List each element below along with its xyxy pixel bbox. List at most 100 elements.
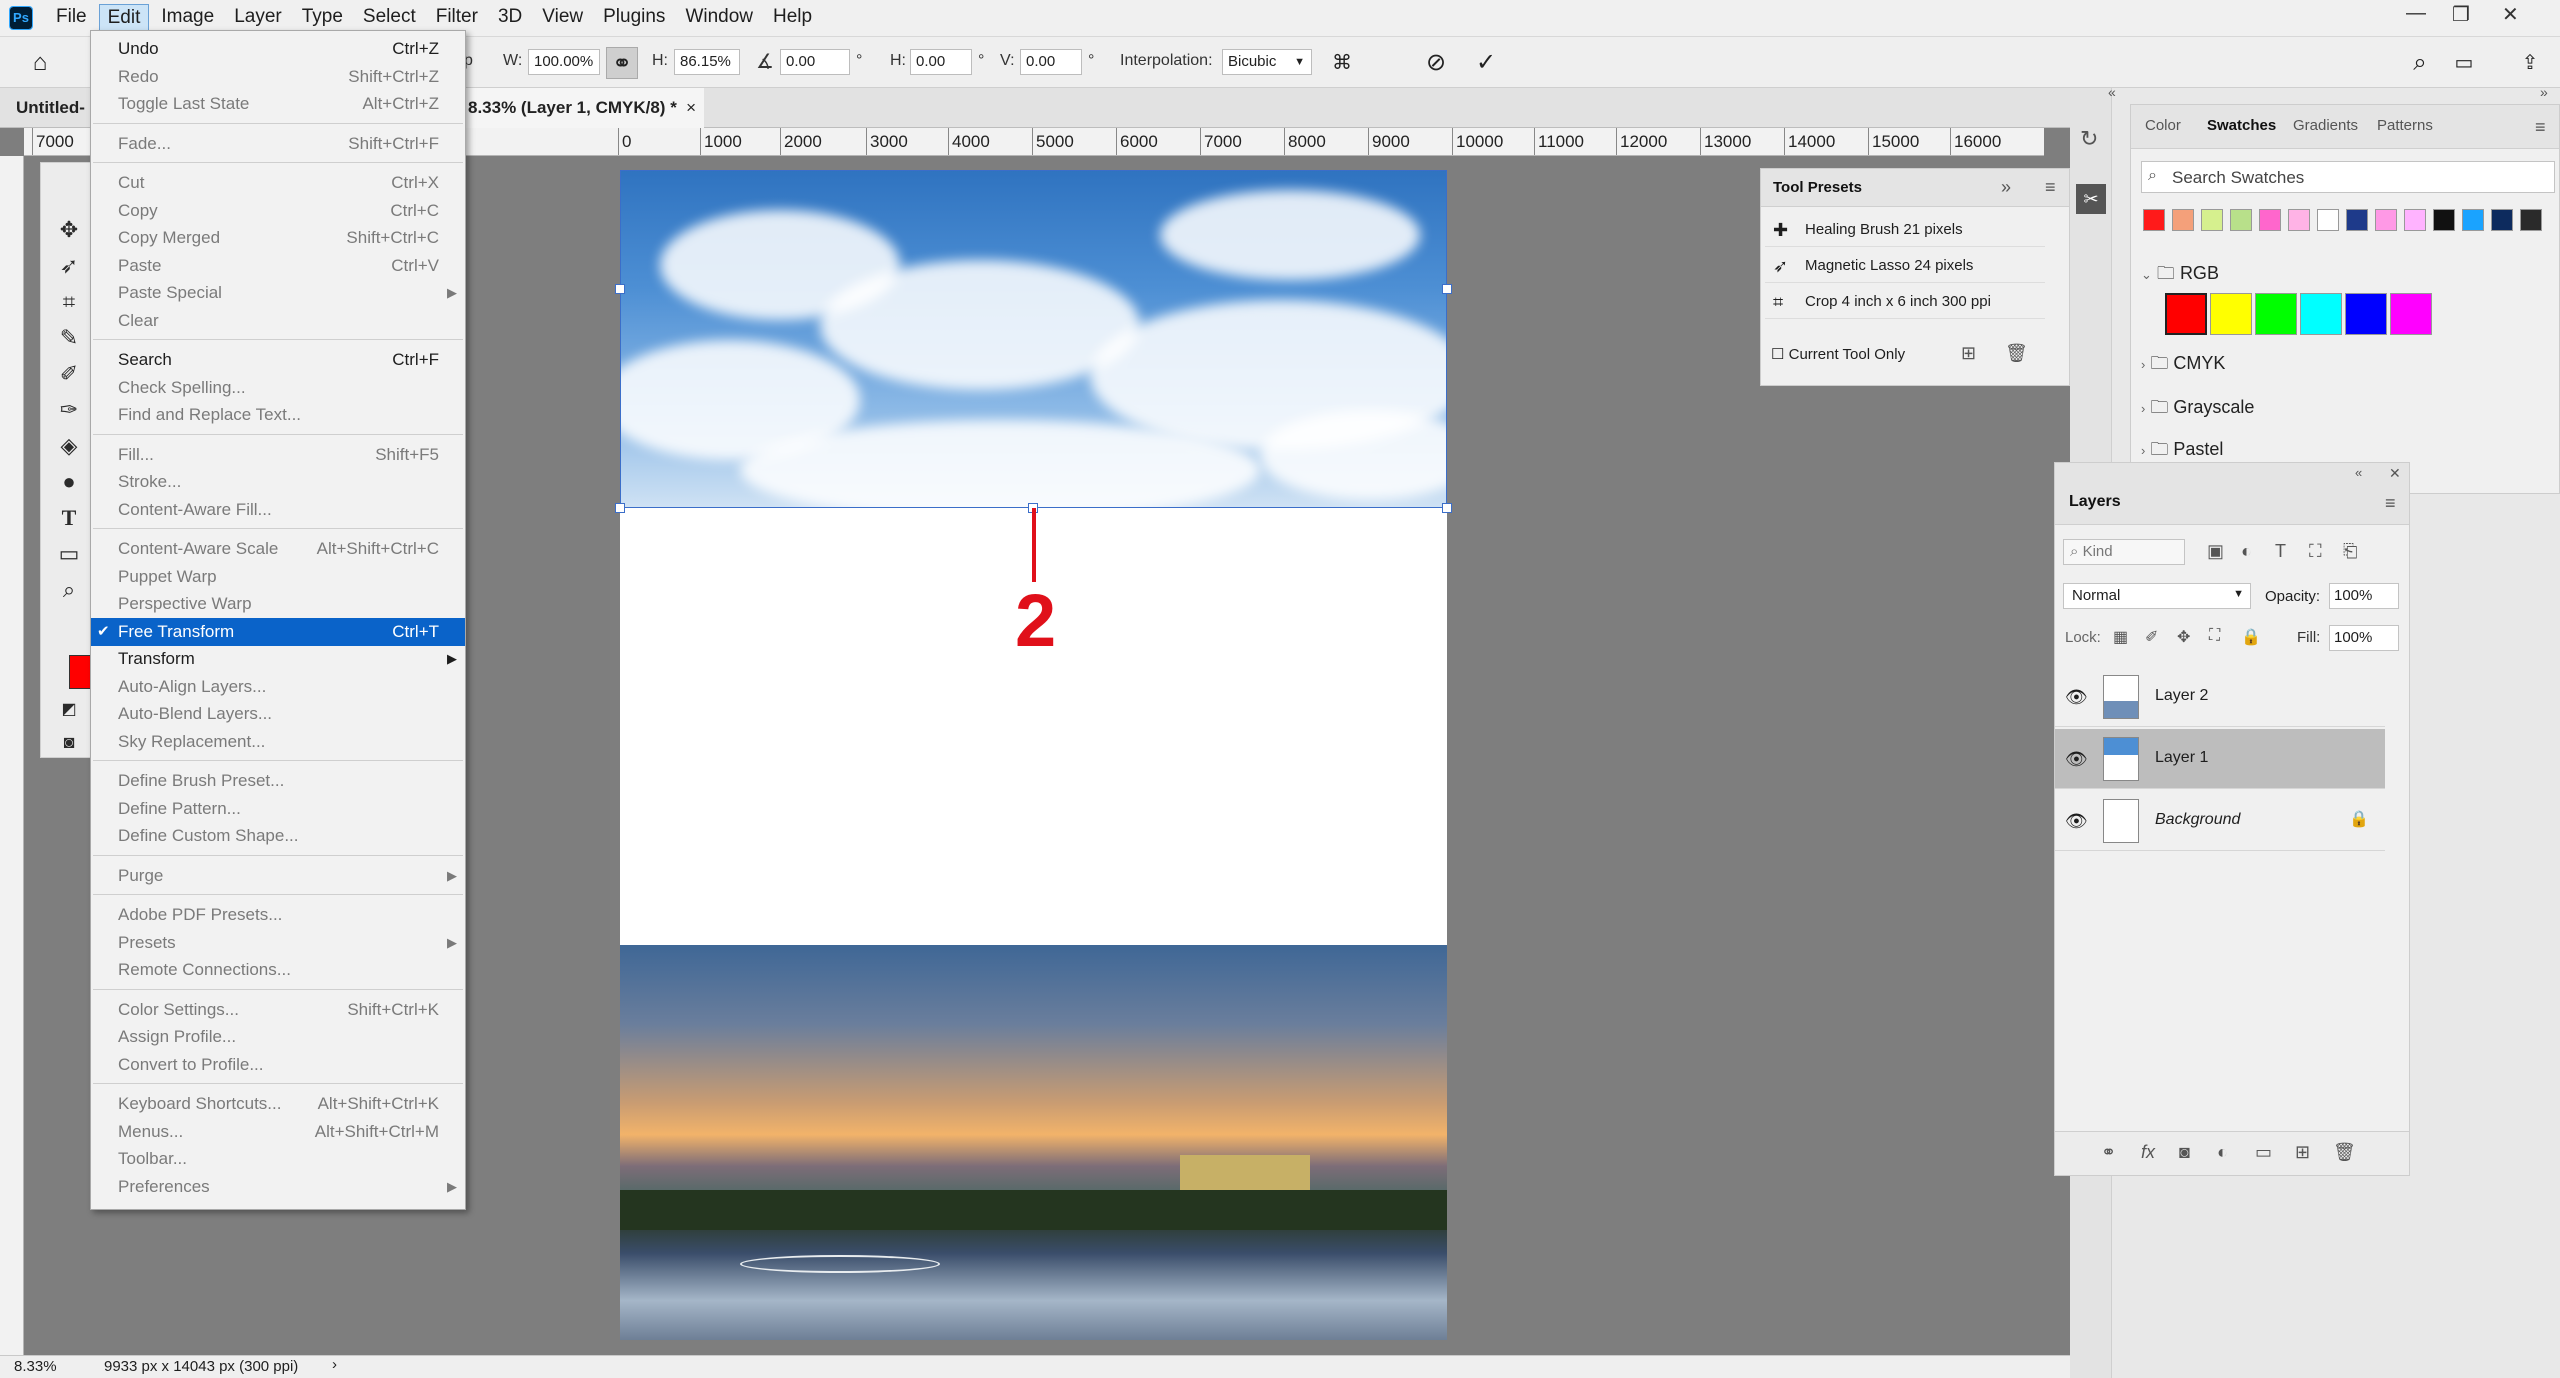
close-panel-icon[interactable]: ✕ — [2389, 465, 2401, 482]
menu-type[interactable]: Type — [294, 4, 351, 32]
transform-handle[interactable] — [1442, 284, 1452, 294]
menu-item-menus[interactable]: Menus... Alt+Shift+Ctrl+M — [91, 1118, 465, 1146]
menu-item-redo[interactable]: Redo Shift+Ctrl+Z — [91, 63, 465, 91]
hskew-input[interactable]: 0.00 — [910, 49, 972, 75]
tool-preset-item[interactable]: ✚ Healing Brush 21 pixels — [1765, 213, 2045, 247]
swatch[interactable] — [2172, 209, 2194, 231]
tab-color[interactable]: Color — [2145, 117, 2181, 134]
rectangle-tool-icon[interactable]: ▭ — [49, 537, 89, 571]
filter-shape-icon[interactable]: ⛶ — [2309, 541, 2322, 562]
width-input[interactable]: 100.00% — [528, 49, 600, 75]
menu-item-purge[interactable]: Purge ▶ — [91, 862, 465, 890]
collapse-icon[interactable]: « — [2108, 84, 2116, 100]
menu-item-free-transform[interactable]: ✔ Free Transform Ctrl+T — [91, 617, 465, 646]
type-tool-icon[interactable]: T — [49, 501, 89, 535]
menu-view[interactable]: View — [534, 4, 591, 32]
home-icon[interactable]: ⌂ — [24, 47, 56, 79]
eyedropper-tool-icon[interactable]: ✎ — [49, 321, 89, 355]
menu-item-define-pattern[interactable]: Define Pattern... — [91, 795, 465, 823]
menu-file[interactable]: File — [48, 4, 95, 32]
new-preset-icon[interactable]: ⊞ — [1961, 343, 1976, 364]
swatch[interactable] — [2462, 209, 2484, 231]
swatch[interactable] — [2317, 209, 2339, 231]
menu-filter[interactable]: Filter — [428, 4, 486, 32]
menu-item-assign-profile[interactable]: Assign Profile... — [91, 1023, 465, 1051]
blend-mode-select[interactable]: Normal ▼ — [2063, 583, 2251, 609]
menu-layer[interactable]: Layer — [226, 4, 290, 32]
angle-input[interactable]: 0.00 — [780, 49, 850, 75]
rgb-swatch[interactable] — [2345, 293, 2387, 335]
menu-item-adobe-pdf-presets[interactable]: Adobe PDF Presets... — [91, 901, 465, 929]
tool-preset-item[interactable]: ⌗ Crop 4 inch x 6 inch 300 ppi — [1765, 285, 2045, 319]
tab-gradients[interactable]: Gradients — [2293, 117, 2358, 134]
menu-item-preferences[interactable]: Preferences ▶ — [91, 1173, 465, 1201]
layer-row[interactable]: 👁 Layer 1 — [2055, 729, 2385, 789]
menu-item-color-settings[interactable]: Color Settings... Shift+Ctrl+K — [91, 996, 465, 1024]
swatch[interactable] — [2433, 209, 2455, 231]
visibility-eye-icon[interactable]: 👁 — [2065, 749, 2088, 770]
menu-select[interactable]: Select — [355, 4, 424, 32]
menu-help[interactable]: Help — [765, 4, 820, 32]
add-mask-icon[interactable]: ◙ — [2179, 1142, 2190, 1163]
menu-plugins[interactable]: Plugins — [595, 4, 673, 32]
menu-item-paste[interactable]: Paste Ctrl+V — [91, 252, 465, 280]
workspace-icon[interactable]: ▭ — [2448, 47, 2480, 79]
menu-item-copy-merged[interactable]: Copy Merged Shift+Ctrl+C — [91, 224, 465, 252]
dodge-tool-icon[interactable]: ● — [49, 465, 89, 499]
cancel-transform-icon[interactable]: ⊘ — [1420, 47, 1452, 79]
menu-item-keyboard-shortcuts[interactable]: Keyboard Shortcuts... Alt+Shift+Ctrl+K — [91, 1090, 465, 1118]
panel-menu-icon[interactable]: ≡ — [2535, 117, 2546, 138]
menu-item-define-custom-shape[interactable]: Define Custom Shape... — [91, 822, 465, 850]
lock-all-icon[interactable]: 🔒 — [2241, 627, 2261, 647]
tab-document[interactable]: 8.33% (Layer 1, CMYK/8) * × — [456, 88, 704, 128]
menu-item-remote-connections[interactable]: Remote Connections... — [91, 956, 465, 984]
kind-filter-select[interactable]: ⌕ Kind — [2063, 539, 2185, 565]
close-tab-icon[interactable]: × — [686, 88, 696, 128]
lock-artboard-icon[interactable]: ⛶ — [2209, 627, 2220, 645]
menu-item-content-aware-scale[interactable]: Content-Aware Scale Alt+Shift+Ctrl+C — [91, 535, 465, 563]
menu-item-copy[interactable]: Copy Ctrl+C — [91, 197, 465, 225]
menu-item-fade[interactable]: Fade... Shift+Ctrl+F — [91, 130, 465, 158]
commit-transform-icon[interactable]: ✓ — [1470, 47, 1502, 79]
menu-item-auto-align-layers[interactable]: Auto-Align Layers... — [91, 673, 465, 701]
history-icon[interactable]: ↻ — [2080, 126, 2098, 152]
swatch[interactable] — [2491, 209, 2513, 231]
search-icon[interactable]: ⌕ — [2404, 47, 2436, 79]
swatch[interactable] — [2375, 209, 2397, 231]
rgb-swatch[interactable] — [2300, 293, 2342, 335]
swap-colors-icon[interactable]: ◩ — [49, 693, 89, 727]
status-arrow[interactable]: › — [332, 1356, 337, 1373]
menu-3d[interactable]: 3D — [490, 4, 530, 32]
lock-position-icon[interactable]: ✥ — [2177, 627, 2190, 647]
close-window-icon[interactable]: ✕ — [2502, 2, 2519, 27]
vskew-input[interactable]: 0.00 — [1020, 49, 1082, 75]
filter-smart-object-icon[interactable]: ⎗ — [2343, 541, 2357, 562]
warp-icon[interactable]: ⌘ — [1326, 47, 1358, 79]
tool-preset-item[interactable]: ➶ Magnetic Lasso 24 pixels — [1765, 249, 2045, 283]
brush-tool-icon[interactable]: ✐ — [49, 357, 89, 391]
stamp-tool-icon[interactable]: ✑ — [49, 393, 89, 427]
swatch[interactable] — [2201, 209, 2223, 231]
rgb-swatch[interactable] — [2165, 293, 2207, 335]
tab-untitled[interactable]: Untitled- — [4, 88, 97, 128]
delete-layer-icon[interactable]: 🗑 — [2333, 1142, 2356, 1163]
filter-type-icon[interactable]: T — [2275, 541, 2286, 562]
rgb-swatch[interactable] — [2390, 293, 2432, 335]
minimize-icon[interactable]: — — [2406, 2, 2426, 25]
menu-item-sky-replacement[interactable]: Sky Replacement... — [91, 728, 465, 756]
search-swatches-field[interactable]: ⌕ Search Swatches — [2141, 161, 2555, 193]
menu-item-stroke[interactable]: Stroke... — [91, 468, 465, 496]
menu-item-auto-blend-layers[interactable]: Auto-Blend Layers... — [91, 700, 465, 728]
lock-transparent-icon[interactable]: ▦ — [2113, 627, 2128, 647]
menu-item-transform[interactable]: Transform ▶ — [91, 645, 465, 673]
foreground-color-swatch[interactable] — [69, 655, 91, 689]
delete-preset-icon[interactable]: 🗑 — [2005, 343, 2028, 364]
expand-icon[interactable]: » — [2001, 177, 2011, 198]
transform-handle[interactable] — [1442, 503, 1452, 513]
menu-item-check-spelling[interactable]: Check Spelling... — [91, 374, 465, 402]
swatch[interactable] — [2404, 209, 2426, 231]
swatch-folder-rgb[interactable]: ⌄ 🗀 RGB — [2141, 261, 2219, 291]
menu-item-fill[interactable]: Fill... Shift+F5 — [91, 441, 465, 469]
zoom-tool-icon[interactable]: ⌕ — [49, 573, 89, 607]
swatch[interactable] — [2288, 209, 2310, 231]
